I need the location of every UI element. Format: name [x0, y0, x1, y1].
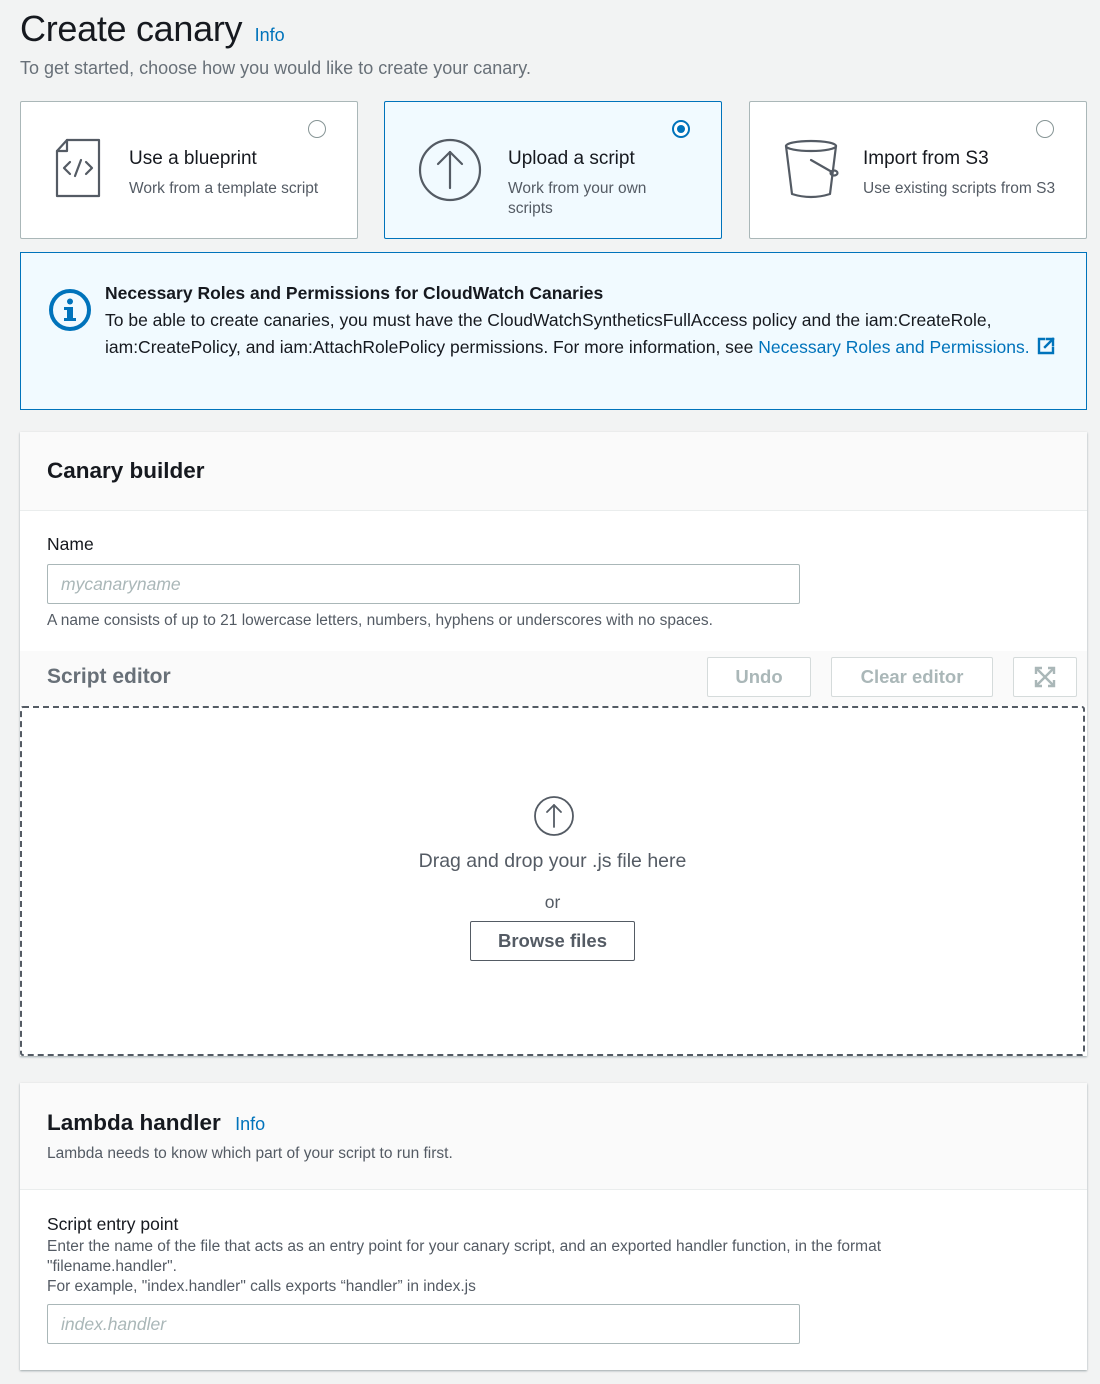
- external-link-icon: [1036, 336, 1056, 364]
- alert-body: To be able to create canaries, you must …: [105, 307, 1065, 363]
- option-description: Work from a template script: [129, 180, 319, 197]
- lambda-info-link[interactable]: Info: [235, 1114, 265, 1134]
- undo-button[interactable]: Undo: [707, 657, 811, 697]
- browse-files-button[interactable]: Browse files: [470, 921, 635, 961]
- script-editor-title: Script editor: [47, 665, 171, 688]
- entry-point-hint-example: For example, "index.handler" calls expor…: [47, 1278, 476, 1295]
- option-title: Upload a script: [508, 148, 635, 169]
- option-title: Use a blueprint: [129, 148, 257, 169]
- entry-point-input[interactable]: [47, 1304, 800, 1344]
- page-header: Create canary Info: [20, 8, 285, 50]
- canary-builder-title: Canary builder: [47, 458, 205, 483]
- lambda-handler-header: Lambda handler Info Lambda needs to know…: [20, 1083, 1087, 1190]
- option-description: Use existing scripts from S3: [863, 180, 1056, 197]
- dropzone-or: or: [544, 892, 561, 912]
- canary-builder-panel: Canary builder Name A name consists of u…: [20, 432, 1087, 1056]
- option-radio-s3[interactable]: [1036, 120, 1054, 138]
- option-tile-s3[interactable]: Import from S3 Use existing scripts from…: [749, 101, 1087, 239]
- alert-title: Necessary Roles and Permissions for Clou…: [105, 283, 604, 303]
- script-dropzone[interactable]: Drag and drop your .js file here or Brow…: [20, 706, 1085, 1056]
- entry-point-hint-line: Enter the name of the file that acts as …: [47, 1238, 882, 1275]
- page-title: Create canary: [20, 8, 243, 49]
- name-label: Name: [47, 534, 94, 554]
- roles-permissions-link-label: Necessary Roles and Permissions.: [758, 336, 1030, 357]
- option-radio-upload[interactable]: [672, 120, 690, 138]
- permissions-alert: Necessary Roles and Permissions for Clou…: [20, 252, 1087, 410]
- option-tile-blueprint[interactable]: Use a blueprint Work from a template scr…: [20, 101, 358, 239]
- option-radio-blueprint[interactable]: [308, 120, 326, 138]
- lambda-handler-description: Lambda needs to know which part of your …: [47, 1145, 453, 1162]
- canary-builder-header: Canary builder: [20, 432, 1087, 511]
- option-tile-upload[interactable]: Upload a script Work from your own scrip…: [384, 101, 722, 239]
- option-description: Work from your own scripts: [508, 180, 647, 217]
- script-editor-toolbar: Script editor Undo Clear editor: [20, 651, 1087, 706]
- upload-icon: [533, 795, 575, 842]
- fullscreen-button[interactable]: [1013, 657, 1077, 697]
- dropzone-text: Drag and drop your .js file here: [418, 850, 687, 872]
- name-hint: A name consists of up to 21 lowercase le…: [47, 612, 713, 629]
- lambda-handler-heading: Lambda handler Info: [47, 1110, 265, 1136]
- page-info-link[interactable]: Info: [255, 25, 285, 45]
- name-input[interactable]: [47, 564, 800, 604]
- upload-icon: [418, 138, 482, 207]
- option-title: Import from S3: [863, 148, 989, 169]
- entry-point-label: Script entry point: [47, 1214, 179, 1234]
- code-file-icon: [53, 136, 103, 205]
- expand-icon: [1034, 666, 1056, 692]
- entry-point-hint: Enter the name of the file that acts as …: [47, 1237, 987, 1297]
- lambda-handler-title: Lambda handler: [47, 1110, 221, 1135]
- info-circle-icon: [48, 288, 92, 337]
- page-subtitle: To get started, choose how you would lik…: [20, 58, 531, 78]
- lambda-handler-panel: Lambda handler Info Lambda needs to know…: [20, 1083, 1087, 1370]
- clear-editor-button[interactable]: Clear editor: [831, 657, 993, 697]
- roles-permissions-link[interactable]: Necessary Roles and Permissions.: [758, 337, 1055, 357]
- bucket-icon: [782, 138, 840, 205]
